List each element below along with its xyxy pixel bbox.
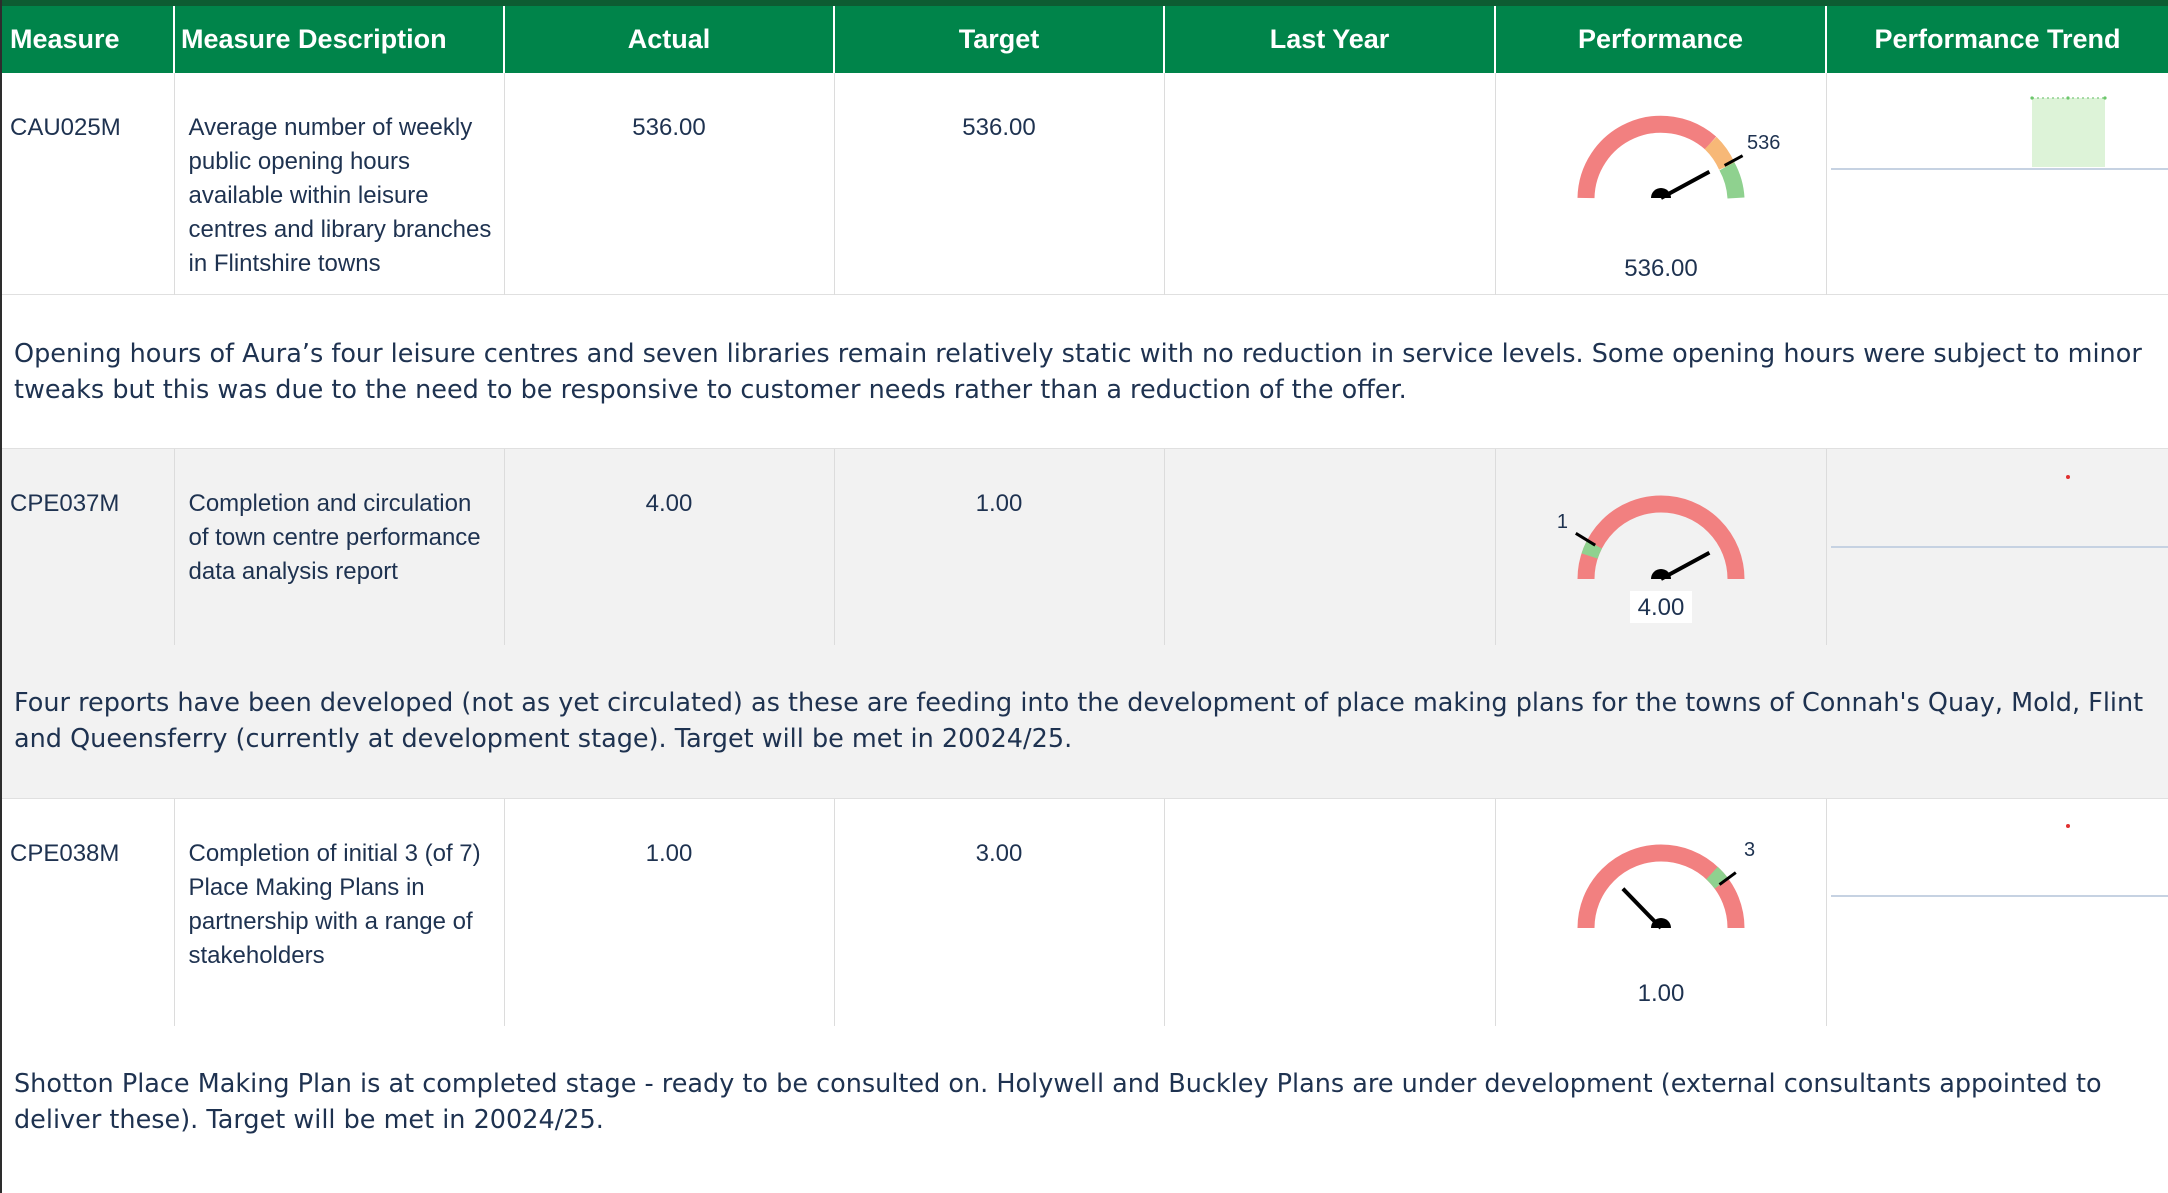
performance-report: Measure Measure Description Actual Targe…: [0, 0, 2168, 1193]
header-measure[interactable]: Measure: [2, 0, 175, 73]
gauge-band-green: [1705, 866, 1728, 889]
measure-comment: Shotton Place Making Plan is at complete…: [14, 1068, 2102, 1135]
header-target[interactable]: Target: [834, 0, 1165, 73]
measure-comment: Four reports have been developed (not as…: [2, 645, 2168, 799]
measure-description: Completion of initial 3 (of 7) Place Mak…: [174, 798, 505, 1026]
header-performance[interactable]: Performance: [1495, 0, 1827, 73]
table-row[interactable]: CPE037M Completion and circulation of to…: [2, 448, 2168, 645]
measure-code: CPE037M: [2, 448, 175, 645]
header-trend[interactable]: Performance Trend: [1826, 0, 2168, 73]
actual-value: 536.00: [504, 73, 835, 295]
last-year-value: [1164, 448, 1496, 645]
gauge-hub: [1650, 188, 1671, 198]
measure-description: Completion and circulation of town centr…: [174, 448, 505, 645]
gauge-band-red: [1577, 844, 1744, 928]
gauge-chart: 536 536.00: [1577, 115, 1780, 282]
trend-chart: [1830, 823, 2168, 897]
trend-point: [2029, 96, 2034, 100]
gauge-band-red: [1577, 115, 1716, 199]
performance-gauge: 3 1.00: [1495, 798, 1827, 1026]
trend-chart: [1830, 96, 2168, 170]
trend-point: [2065, 475, 2070, 479]
comment-row: Four reports have been developed (not as…: [2, 645, 2168, 799]
header-last-year[interactable]: Last Year: [1164, 0, 1496, 73]
gauge-value-label: 536.00: [1624, 255, 1697, 282]
gauge-band-green: [1581, 540, 1602, 559]
performance-gauge: 536 536.00: [1495, 73, 1827, 295]
measure-code: CAU025M: [2, 73, 175, 295]
table-row[interactable]: CAU025M Average number of weekly public …: [2, 73, 2168, 295]
comment-row: Shotton Place Making Plan is at complete…: [2, 1026, 2168, 1178]
measures-table: Measure Measure Description Actual Targe…: [2, 0, 2168, 1178]
header-description[interactable]: Measure Description: [174, 0, 505, 73]
gauge-value-label: 1.00: [1637, 980, 1684, 1007]
measure-comment: Opening hours of Aura’s four leisure cen…: [2, 294, 2168, 449]
target-value: 536.00: [834, 73, 1165, 295]
performance-gauge: 1 4.00: [1495, 448, 1827, 645]
performance-trend: [1826, 73, 2168, 295]
performance-trend: [1826, 798, 2168, 1026]
trend-point: [2102, 96, 2107, 100]
performance-trend: [1826, 448, 2168, 645]
trend-point: [2065, 823, 2070, 828]
gauge-hub: [1650, 569, 1671, 579]
header-row: Measure Measure Description Actual Targe…: [2, 0, 2168, 73]
actual-value: 1.00: [504, 798, 835, 1026]
gauge-band-green: [1718, 162, 1744, 199]
trend-bar: [2031, 98, 2105, 167]
trend-point: [2065, 96, 2070, 100]
actual-value: 4.00: [504, 448, 835, 645]
gauge-chart: 1 4.00: [1556, 495, 1744, 623]
target-value: 1.00: [834, 448, 1165, 645]
last-year-value: [1164, 798, 1496, 1026]
gauge-band-amber: [1703, 136, 1735, 171]
trend-chart: [1830, 475, 2168, 548]
gauge-band-red: [1577, 495, 1744, 580]
measure-code: CPE038M: [2, 798, 175, 1026]
last-year-value: [1164, 73, 1496, 295]
gauge-value-label: 4.00: [1637, 594, 1684, 621]
gauge-target-label: 536: [1747, 132, 1780, 154]
header-actual[interactable]: Actual: [504, 0, 835, 73]
gauge-chart: 3 1.00: [1577, 839, 1755, 1007]
comment-row: Opening hours of Aura’s four leisure cen…: [2, 294, 2168, 449]
table-row[interactable]: CPE038M Completion of initial 3 (of 7) P…: [2, 798, 2168, 1026]
measure-description: Average number of weekly public opening …: [174, 73, 505, 295]
gauge-target-label: 1: [1556, 511, 1567, 533]
target-value: 3.00: [834, 798, 1165, 1026]
gauge-target-label: 3: [1744, 839, 1755, 861]
